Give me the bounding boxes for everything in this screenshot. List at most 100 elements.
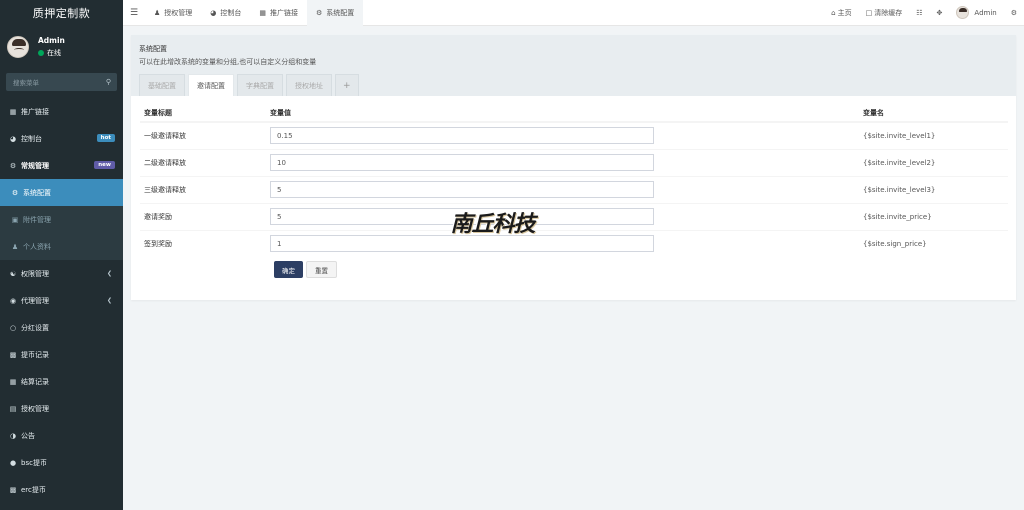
clear-cache-button[interactable]: □ 清除缓存 <box>859 8 910 18</box>
sidebar-item-label: 个人资料 <box>23 242 51 251</box>
sidebar-item-label: 授权管理 <box>21 404 49 413</box>
sidebar-item-label: erc提币 <box>21 485 46 494</box>
reset-button[interactable]: 重置 <box>306 261 337 278</box>
file-text-icon: ▤ <box>9 404 17 413</box>
sidebar-item-system-config[interactable]: ⚙ 系统配置 <box>0 179 123 206</box>
sidebar-item-permissions[interactable]: ☯ 权限管理 ❮ <box>0 260 123 287</box>
watermark-logo: 南丘科技 <box>440 203 545 241</box>
sidebar-item-label: 系统配置 <box>23 188 51 197</box>
user-icon: ♟ <box>11 242 19 251</box>
sidebar-item-bsc-withdraw[interactable]: ● bsc提币 <box>0 449 123 476</box>
chevron-left-icon: ❮ <box>106 270 112 277</box>
row-title: 一级邀请释放 <box>140 121 270 149</box>
sidebar-item-authorization[interactable]: ▤ 授权管理 <box>0 395 123 422</box>
tab-authorization[interactable]: ♟ 授权管理 <box>145 0 201 26</box>
gear-icon: ⚙ <box>11 188 19 197</box>
sidebar-item-label: 权限管理 <box>21 269 49 278</box>
table-row: 邀请奖励 5 {$site.invite_price} <box>140 202 1008 230</box>
home-link[interactable]: ⌂ 主页 <box>824 8 858 18</box>
settings-icon[interactable]: ⚙ <box>1004 9 1024 17</box>
tab-promo-link[interactable]: ▦ 推广链接 <box>250 0 307 26</box>
sidebar-item-dashboard[interactable]: ◕ 控制台 hot <box>0 125 123 152</box>
sidebar-item-attachments[interactable]: ▣ 附件管理 <box>0 206 123 233</box>
value-input[interactable]: 10 <box>270 154 654 171</box>
config-panel: 系统配置 可以在此增改系统的变量和分组,也可以自定义分组和变量 基础配置 邀请配… <box>131 35 1016 300</box>
row-title: 二级邀请释放 <box>140 148 270 176</box>
variable-name: {$site.sign_price} <box>861 229 1008 257</box>
sidebar-item-promo-link[interactable]: ▦ 推广链接 <box>0 98 123 125</box>
sidebar-item-erc-withdraw[interactable]: ▩ erc提币 <box>0 476 123 503</box>
tab-label: 推广链接 <box>270 8 299 17</box>
sidebar-item-label: 常规管理 <box>21 161 49 170</box>
config-table: 变量标题 变量值 变量名 一级邀请释放 0.15 {$site.invite_l… <box>140 105 1008 257</box>
table-row: 二级邀请释放 10 {$site.invite_level2} <box>140 148 1008 176</box>
home-label: 主页 <box>837 8 852 17</box>
adjust-icon: ◑ <box>9 431 17 440</box>
table-icon: ▦ <box>259 8 267 17</box>
hot-badge: hot <box>96 134 115 142</box>
sidebar-item-label: 代理管理 <box>21 296 49 305</box>
add-tab-button[interactable]: + <box>335 74 359 96</box>
online-dot-icon <box>38 50 44 56</box>
tab-dictionary-config[interactable]: 字典配置 <box>237 74 283 96</box>
row-title: 签到奖励 <box>140 229 270 257</box>
sidebar-item-withdraw-records[interactable]: ▩ 提币记录 <box>0 341 123 368</box>
sidebar-item-general[interactable]: ⚙ 常规管理 new <box>0 152 123 179</box>
sidebar-item-label: 推广链接 <box>21 107 49 116</box>
tab-dashboard[interactable]: ◕ 控制台 <box>201 0 250 26</box>
page-description: 可以在此增改系统的变量和分组,也可以自定义分组和变量 <box>139 58 317 66</box>
tab-basic-config[interactable]: 基础配置 <box>139 74 185 96</box>
group-icon: ☯ <box>9 269 17 278</box>
sidebar-item-label: 提币记录 <box>21 350 49 359</box>
column-header: 变量标题 <box>140 105 270 123</box>
tab-invite-config[interactable]: 邀请配置 <box>188 74 234 96</box>
tab-system-config[interactable]: ⚙ 系统配置 <box>307 0 364 26</box>
avatar <box>7 36 29 58</box>
sidebar-item-label: 结算记录 <box>21 377 49 386</box>
row-title: 邀请奖励 <box>140 202 270 230</box>
panel-header: 系统配置 可以在此增改系统的变量和分组,也可以自定义分组和变量 基础配置 邀请配… <box>131 35 1016 96</box>
value-input[interactable]: 0.15 <box>270 127 654 145</box>
sidebar-search-input[interactable]: 搜索菜单 ⚲ <box>6 73 117 91</box>
bank-icon: ▩ <box>9 485 17 494</box>
sidebar-item-settlements[interactable]: ▦ 结算记录 <box>0 368 123 395</box>
dashboard-icon: ◕ <box>210 8 217 17</box>
brand-logo[interactable]: 质押定制款 <box>0 0 123 26</box>
variable-name: {$site.invite_level2} <box>861 148 1008 176</box>
translate-icon[interactable]: ☷ <box>909 9 929 17</box>
sidebar-item-profile[interactable]: ♟ 个人资料 <box>0 233 123 260</box>
file-icon: ▣ <box>11 215 19 224</box>
submit-button[interactable]: 确定 <box>274 261 303 278</box>
value-input[interactable]: 5 <box>270 181 654 198</box>
search-placeholder: 搜索菜单 <box>13 79 39 87</box>
sidebar-item-announcements[interactable]: ◑ 公告 <box>0 422 123 449</box>
sidebar-item-agents[interactable]: ◉ 代理管理 ❮ <box>0 287 123 314</box>
variable-name: {$site.invite_level1} <box>861 121 1008 149</box>
user-status-text: 在线 <box>47 49 61 57</box>
column-header: 变量值 <box>270 105 861 123</box>
gear-icon: ⚙ <box>316 8 323 17</box>
fullscreen-icon[interactable]: ✥ <box>930 9 950 17</box>
user-circle-icon: ◉ <box>9 296 17 305</box>
chevron-left-icon: ❮ <box>106 297 112 304</box>
menu-toggle-icon[interactable]: ☰ <box>123 8 145 18</box>
variable-name: {$site.invite_level3} <box>861 175 1008 203</box>
home-icon: ⌂ <box>831 8 836 17</box>
table-row: 三级邀请释放 5 {$site.invite_level3} <box>140 175 1008 203</box>
column-header: 变量名 <box>861 105 1008 123</box>
tab-auth-address[interactable]: 授权地址 <box>286 74 332 96</box>
sidebar-item-label: 控制台 <box>21 134 42 143</box>
search-icon[interactable]: ⚲ <box>106 78 111 86</box>
user-menu[interactable]: Admin <box>949 6 1003 19</box>
sidebar-item-label: 公告 <box>21 431 35 440</box>
user-panel: Admin 在线 <box>0 29 123 65</box>
cogs-icon: ⚙ <box>9 161 17 170</box>
sidebar-item-label: bsc提币 <box>21 458 47 467</box>
sidebar: 质押定制款 Admin 在线 搜索菜单 ⚲ ▦ 推广链接 ◕ 控制台 hot ⚙… <box>0 0 123 510</box>
table-icon: ▦ <box>9 107 17 116</box>
row-title: 三级邀请释放 <box>140 175 270 203</box>
table-row: 一级邀请释放 0.15 {$site.invite_level1} <box>140 121 1008 149</box>
clear-cache-label: 清除缓存 <box>874 8 903 17</box>
dashboard-icon: ◕ <box>9 134 17 143</box>
sidebar-item-dividends[interactable]: ○ 分红设置 <box>0 314 123 341</box>
